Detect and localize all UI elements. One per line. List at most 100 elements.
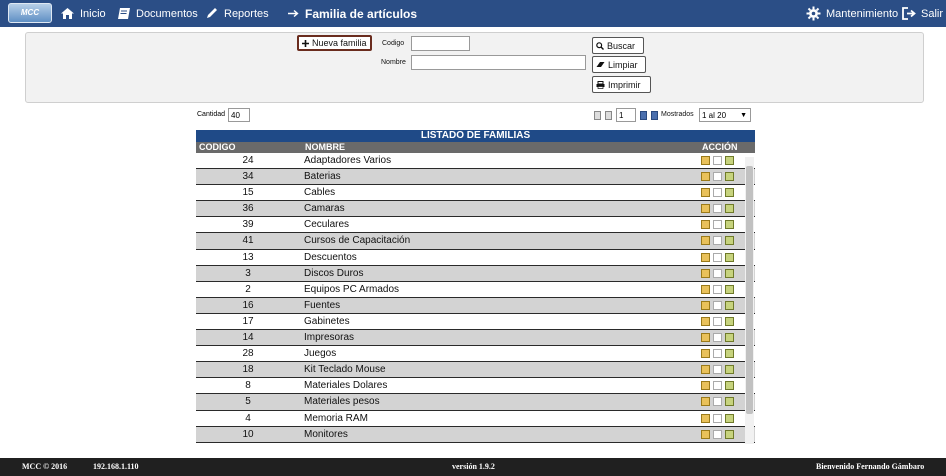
search-icon[interactable] [713,188,722,198]
row-code: 10 [242,428,254,440]
search-icon[interactable] [713,268,722,278]
search-icon[interactable] [713,349,722,359]
edit-icon[interactable] [701,204,710,214]
home-icon [61,8,74,19]
page-input[interactable]: 1 [616,108,636,122]
row-code: 24 [242,155,254,166]
edit-icon[interactable] [701,316,710,326]
edit-icon[interactable] [701,252,710,262]
table-header: CODIGO NOMBRE ACCIÓN [196,142,755,153]
nav-maintenance-label: Mantenimiento [826,7,899,20]
row-name: Materiales Dolares [304,380,388,392]
search-button-label: Buscar [607,40,636,51]
edit-icon[interactable] [701,365,710,375]
print-button[interactable]: Imprimir [592,76,651,93]
first-page-icon[interactable] [594,111,601,120]
trash-icon[interactable] [725,220,734,230]
scrollbar-thumb[interactable] [746,166,753,414]
top-navbar: MCC Inicio Documentos Reportes Familia d… [0,0,946,27]
edit-icon[interactable] [701,381,710,391]
footer-ip: 192.168.1.110 [93,462,139,471]
nav-documents[interactable]: Documentos [117,0,198,27]
edit-icon[interactable] [701,220,710,230]
prev-page-icon[interactable] [605,111,612,120]
quantity-input[interactable]: 40 [228,108,250,122]
trash-icon[interactable] [725,365,734,375]
trash-icon[interactable] [725,236,734,246]
edit-icon[interactable] [701,188,710,198]
trash-icon[interactable] [725,381,734,391]
search-icon[interactable] [713,381,722,391]
trash-icon[interactable] [725,172,734,182]
search-icon[interactable] [713,284,722,294]
code-input[interactable] [411,36,470,51]
edit-icon[interactable] [701,413,710,423]
edit-icon[interactable] [701,333,710,343]
next-page-icon[interactable] [640,111,647,120]
trash-icon[interactable] [725,156,734,165]
search-icon[interactable] [713,365,722,375]
row-actions [701,268,734,278]
trash-icon[interactable] [725,429,734,439]
edit-icon[interactable] [701,156,710,165]
edit-icon[interactable] [701,349,710,359]
search-icon[interactable] [713,300,722,310]
nav-home[interactable]: Inicio [60,0,106,27]
gear-icon [806,6,821,21]
search-icon[interactable] [713,204,722,214]
nav-reports[interactable]: Reportes [205,0,269,27]
trash-icon[interactable] [725,316,734,326]
search-icon[interactable] [713,220,722,230]
new-family-button[interactable]: Nueva familia [297,35,372,51]
trash-icon[interactable] [725,349,734,359]
pencil-icon [207,8,217,18]
trash-icon[interactable] [725,284,734,294]
trash-icon[interactable] [725,397,734,407]
search-icon[interactable] [713,156,722,165]
row-name: Impresoras [304,332,355,344]
edit-icon[interactable] [701,236,710,246]
search-icon[interactable] [713,333,722,343]
search-icon[interactable] [713,316,722,326]
shown-select[interactable]: 1 al 20 ▼ [699,108,751,122]
search-icon[interactable] [713,429,722,439]
trash-icon[interactable] [725,268,734,278]
table-row: 36 Camaras [196,201,755,218]
search-icon[interactable] [713,252,722,262]
row-actions [701,252,734,262]
edit-icon[interactable] [701,172,710,182]
nav-maintenance[interactable]: Mantenimiento [806,0,898,27]
trash-icon[interactable] [725,252,734,262]
trash-icon[interactable] [725,204,734,214]
search-icon[interactable] [713,397,722,407]
page-title: Familia de artículos [305,6,418,21]
print-button-label: Imprimir [608,79,641,90]
search-button[interactable]: Buscar [592,37,644,54]
name-input[interactable] [411,55,586,70]
edit-icon[interactable] [701,284,710,294]
trash-icon[interactable] [725,188,734,198]
edit-icon[interactable] [701,397,710,407]
table-scrollbar[interactable] [745,157,754,444]
row-code: 3 [245,267,251,279]
trash-icon[interactable] [725,300,734,310]
trash-icon[interactable] [725,333,734,343]
clear-button[interactable]: Limpiar [592,56,646,73]
table-row: 24 Adaptadores Varios [196,153,755,170]
search-icon[interactable] [713,236,722,246]
table-row: 15 Cables [196,185,755,202]
edit-icon[interactable] [701,300,710,310]
trash-icon[interactable] [725,413,734,423]
edit-icon[interactable] [701,268,710,278]
search-icon[interactable] [713,172,722,182]
header-name: NOMBRE [305,142,345,152]
row-actions [701,333,734,343]
nav-logout[interactable]: Salir [902,0,943,27]
row-actions [701,204,734,214]
edit-icon[interactable] [701,429,710,439]
last-page-icon[interactable] [651,111,658,120]
table-row: 3 Discos Duros [196,265,755,282]
app-logo[interactable]: MCC [8,3,52,23]
row-name: Fuentes [304,299,341,311]
search-icon[interactable] [713,413,722,423]
